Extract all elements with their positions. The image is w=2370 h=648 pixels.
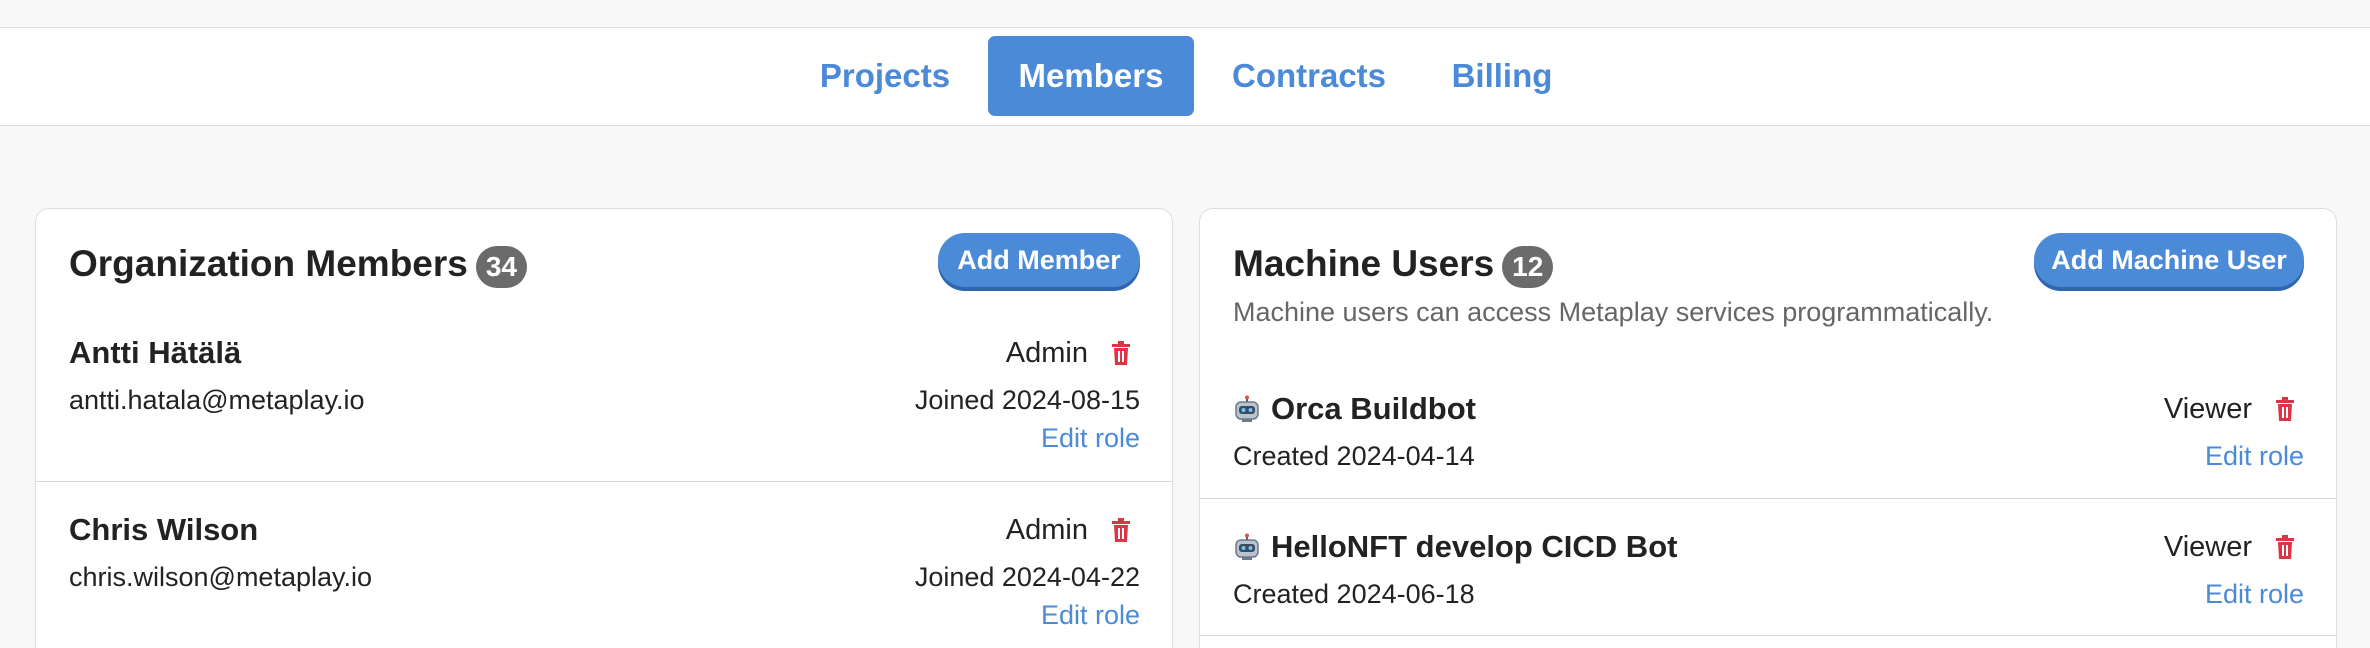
row-divider bbox=[1200, 635, 2336, 636]
edit-role-link[interactable]: Edit role bbox=[2205, 441, 2304, 472]
robot-icon bbox=[1235, 395, 1259, 422]
member-name: Antti Hätälä bbox=[69, 335, 242, 370]
member-role: Admin bbox=[1005, 337, 1088, 369]
machine-user-name-row: Orca Buildbot bbox=[1233, 391, 1476, 427]
trash-icon[interactable] bbox=[2274, 396, 2296, 422]
card-title-text: Organization Members bbox=[69, 243, 468, 284]
member-joined-date: Joined 2024-08-15 bbox=[914, 385, 1140, 415]
add-member-button[interactable]: Add Member bbox=[938, 233, 1140, 287]
edit-role-link[interactable]: Edit role bbox=[1041, 600, 1140, 631]
member-email: antti.hatala@metaplay.io bbox=[69, 385, 365, 415]
tab-billing[interactable]: Billing bbox=[1424, 36, 1580, 116]
machine-user-name: Orca Buildbot bbox=[1271, 391, 1476, 426]
organization-members-title: Organization Members 34 bbox=[69, 243, 528, 288]
machine-user-name-row: HelloNFT develop CICD Bot bbox=[1233, 529, 1677, 565]
machine-users-description: Machine users can access Metaplay servic… bbox=[1233, 297, 1994, 327]
tab-contracts[interactable]: Contracts bbox=[1212, 36, 1406, 116]
machine-users-card: Machine Users 12 Add Machine User Machin… bbox=[1199, 208, 2337, 648]
tab-members[interactable]: Members bbox=[988, 36, 1194, 116]
tab-bar: Projects Members Contracts Billing bbox=[0, 28, 2370, 126]
edit-role-link[interactable]: Edit role bbox=[1041, 423, 1140, 454]
member-name: Chris Wilson bbox=[69, 512, 259, 547]
robot-icon bbox=[1235, 533, 1259, 560]
machine-user-role: Viewer bbox=[2163, 393, 2252, 425]
member-role: Admin bbox=[1005, 514, 1088, 546]
machine-user-created-date: Created 2024-06-18 bbox=[1233, 579, 1475, 609]
trash-icon[interactable] bbox=[1110, 340, 1132, 366]
trash-icon[interactable] bbox=[1110, 517, 1132, 543]
row-divider bbox=[1200, 498, 2336, 499]
organization-members-card: Organization Members 34 Add Member Antti… bbox=[35, 208, 1173, 648]
machine-user-count-badge: 12 bbox=[1502, 246, 1554, 288]
member-count-badge: 34 bbox=[475, 246, 528, 288]
card-title-text: Machine Users bbox=[1233, 243, 1495, 284]
row-divider bbox=[36, 481, 1172, 482]
machine-users-title: Machine Users 12 bbox=[1233, 243, 1554, 288]
machine-user-created-date: Created 2024-04-14 bbox=[1233, 441, 1475, 471]
top-strip bbox=[0, 0, 2370, 28]
member-joined-date: Joined 2024-04-22 bbox=[914, 562, 1140, 592]
tab-projects[interactable]: Projects bbox=[800, 36, 970, 116]
machine-user-name: HelloNFT develop CICD Bot bbox=[1271, 529, 1678, 564]
member-email: chris.wilson@metaplay.io bbox=[69, 562, 373, 592]
add-machine-user-button[interactable]: Add Machine User bbox=[2034, 233, 2304, 287]
trash-icon[interactable] bbox=[2274, 534, 2296, 560]
edit-role-link[interactable]: Edit role bbox=[2205, 579, 2304, 610]
machine-user-role: Viewer bbox=[2163, 531, 2252, 563]
